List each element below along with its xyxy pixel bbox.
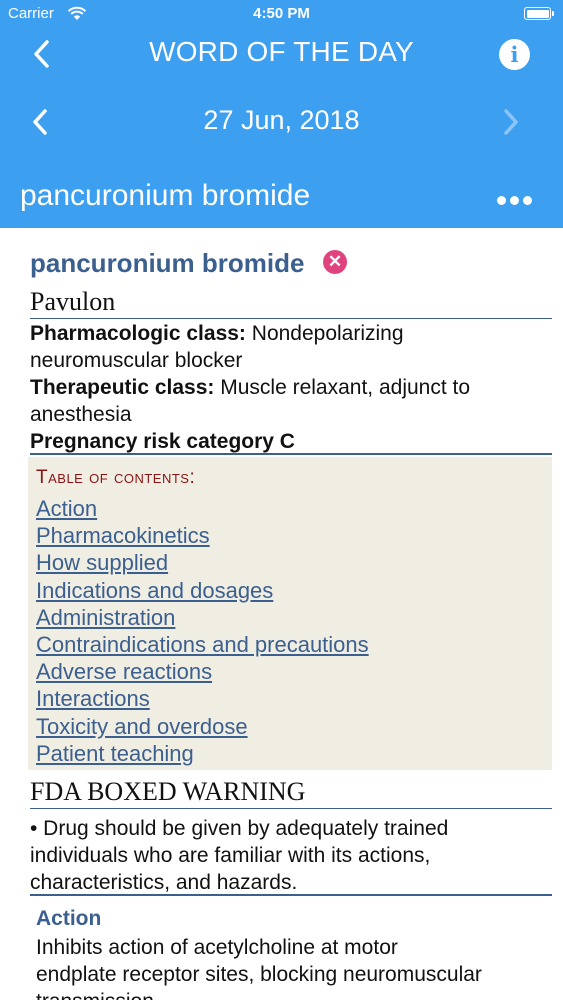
boxed-warning-text: • Drug should be given by adequately tra…: [30, 817, 449, 840]
pharmacologic-class-cont: neuromuscular blocker: [30, 349, 243, 372]
drug-name: pancuronium bromide: [30, 248, 305, 278]
page-title: WORD OF THE DAY: [149, 36, 414, 67]
term-title: pancuronium bromide: [20, 179, 311, 212]
back-chevron-icon[interactable]: [28, 38, 56, 70]
monograph-content[interactable]: pancuronium bromide ✕ Pavulon Pharmacolo…: [0, 228, 563, 1000]
toc-link-pharmacokinetics[interactable]: Pharmacokinetics: [36, 522, 369, 549]
therapeutic-class: Therapeutic class: Muscle relaxant, adju…: [30, 374, 550, 401]
action-text: Inhibits action of acetylcholine at moto…: [36, 936, 398, 959]
divider: [30, 808, 552, 809]
info-icon[interactable]: i: [499, 39, 530, 70]
toc-heading: Table of contents:: [36, 467, 196, 488]
toc-list: Action Pharmacokinetics How supplied Ind…: [36, 495, 369, 767]
more-icon[interactable]: [497, 192, 537, 205]
brand-name: Pavulon: [30, 287, 116, 316]
boxed-warning-heading: FDA BOXED WARNING: [30, 777, 306, 806]
toc-link-indications[interactable]: Indications and dosages: [36, 577, 369, 604]
toc-link-contraindications[interactable]: Contraindications and precautions: [36, 631, 369, 658]
divider: [30, 318, 552, 319]
chevron-left-icon[interactable]: [28, 106, 52, 138]
boxed-warning-text: individuals who are familiar with its ac…: [30, 844, 431, 867]
boxed-warning-text: characteristics, and hazards.: [30, 871, 298, 894]
therapeutic-value: Muscle relaxant, adjunct to: [214, 376, 471, 399]
toc-link-how-supplied[interactable]: How supplied: [36, 549, 369, 576]
toc-link-interactions[interactable]: Interactions: [36, 685, 369, 712]
therapeutic-class-cont: anesthesia: [30, 403, 132, 426]
table-of-contents: Table of contents: Action Pharmacokineti…: [28, 457, 552, 770]
divider: [30, 453, 552, 455]
action-text: transmission.: [36, 988, 556, 1000]
toc-link-administration[interactable]: Administration: [36, 604, 369, 631]
date-label: 27 Jun, 2018: [203, 105, 360, 135]
pharmacologic-class: Pharmacologic class: Nondepolarizing: [30, 320, 550, 347]
pharmacologic-value: Nondepolarizing: [245, 322, 404, 345]
chevron-right-icon[interactable]: [499, 106, 523, 138]
clock: 4:50 PM: [253, 5, 310, 22]
toc-link-action[interactable]: Action: [36, 495, 369, 522]
battery-icon: [524, 7, 554, 20]
status-bar: Carrier 4:50 PM: [0, 0, 563, 30]
action-heading: Action: [36, 907, 102, 930]
toc-link-patient-teaching[interactable]: Patient teaching: [36, 740, 369, 767]
toc-link-adverse-reactions[interactable]: Adverse reactions: [36, 658, 369, 685]
pregnancy-category: Pregnancy risk category C: [30, 430, 295, 453]
app-header: Carrier 4:50 PM WORD OF THE DAY i 27 Jun…: [0, 0, 563, 228]
term-bar: pancuronium bromide: [0, 170, 563, 228]
toc-link-toxicity[interactable]: Toxicity and overdose: [36, 713, 369, 740]
therapeutic-label: Therapeutic class:: [30, 376, 215, 399]
warning-x-icon: ✕: [323, 250, 347, 274]
pharmacologic-label: Pharmacologic class:: [30, 322, 246, 345]
action-text: endplate receptor sites, blocking neurom…: [36, 963, 482, 986]
divider: [30, 894, 552, 896]
